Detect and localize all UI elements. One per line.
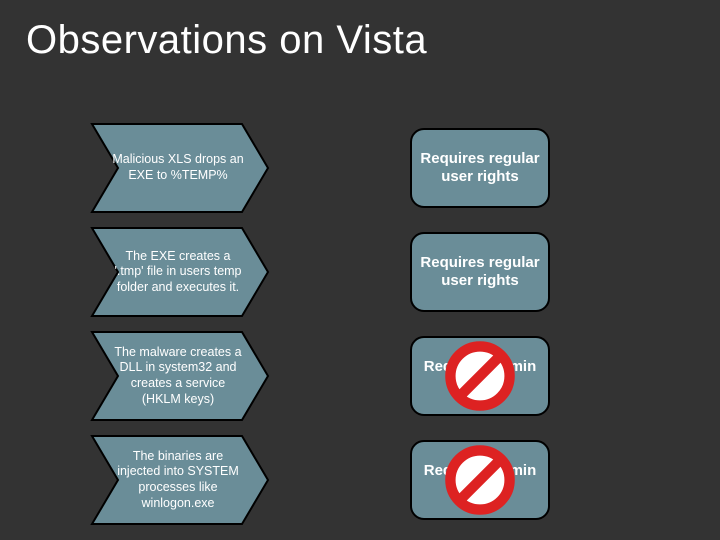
row-2: The malware creates a DLL in system32 an…: [90, 328, 650, 424]
row-1: The EXE creates a '.tmp' file in users t…: [90, 224, 650, 320]
rights-box-2: Requires admin rights: [410, 336, 550, 416]
step-shape-1: The EXE creates a '.tmp' file in users t…: [90, 226, 270, 318]
step-text-0: Malicious XLS drops an EXE to %TEMP%: [106, 122, 250, 214]
step-shape-2: The malware creates a DLL in system32 an…: [90, 330, 270, 422]
rights-wrap-0: Requires regular user rights: [410, 128, 550, 208]
rights-box-0: Requires regular user rights: [410, 128, 550, 208]
step-shape-0: Malicious XLS drops an EXE to %TEMP%: [90, 122, 270, 214]
rights-wrap-2: Requires admin rights: [410, 336, 550, 416]
rights-wrap-1: Requires regular user rights: [410, 232, 550, 312]
row-0: Malicious XLS drops an EXE to %TEMP% Req…: [90, 120, 650, 216]
step-shape-3: The binaries are injected into SYSTEM pr…: [90, 434, 270, 526]
rights-box-3: Requires admin rights: [410, 440, 550, 520]
content-grid: Malicious XLS drops an EXE to %TEMP% Req…: [90, 120, 650, 536]
step-text-2: The malware creates a DLL in system32 an…: [106, 330, 250, 422]
step-text-3: The binaries are injected into SYSTEM pr…: [106, 434, 250, 526]
rights-wrap-3: Requires admin rights: [410, 440, 550, 520]
row-3: The binaries are injected into SYSTEM pr…: [90, 432, 650, 528]
rights-box-1: Requires regular user rights: [410, 232, 550, 312]
step-text-1: The EXE creates a '.tmp' file in users t…: [106, 226, 250, 318]
slide-title: Observations on Vista: [0, 0, 720, 63]
